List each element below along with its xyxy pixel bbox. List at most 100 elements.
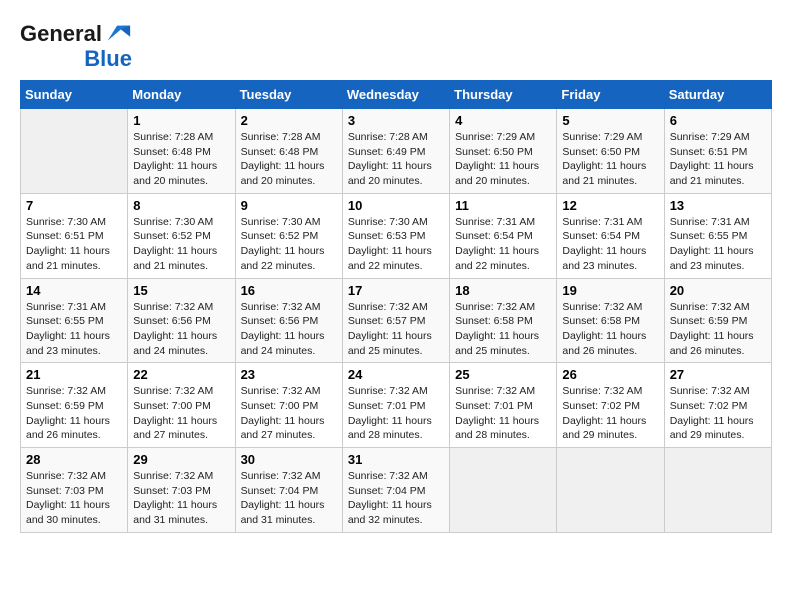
day-info: Sunrise: 7:32 AMSunset: 6:57 PMDaylight:…	[348, 300, 444, 359]
day-number: 8	[133, 198, 229, 213]
day-info: Sunrise: 7:28 AMSunset: 6:49 PMDaylight:…	[348, 130, 444, 189]
weekday-header: Friday	[557, 81, 664, 109]
day-info: Sunrise: 7:32 AMSunset: 7:03 PMDaylight:…	[133, 469, 229, 528]
calendar-cell: 20Sunrise: 7:32 AMSunset: 6:59 PMDayligh…	[664, 278, 771, 363]
calendar-cell: 4 Sunrise: 7:29 AMSunset: 6:50 PMDaylight…	[450, 109, 557, 194]
calendar-week-row: 28Sunrise: 7:32 AMSunset: 7:03 PMDayligh…	[21, 448, 772, 533]
day-number: 4	[455, 113, 551, 128]
day-info: Sunrise: 7:32 AMSunset: 6:56 PMDaylight:…	[241, 300, 337, 359]
day-info: Sunrise: 7:32 AMSunset: 7:04 PMDaylight:…	[348, 469, 444, 528]
weekday-header: Saturday	[664, 81, 771, 109]
day-number: 5	[562, 113, 658, 128]
calendar-cell: 14Sunrise: 7:31 AMSunset: 6:55 PMDayligh…	[21, 278, 128, 363]
day-number: 6	[670, 113, 766, 128]
day-number: 19	[562, 283, 658, 298]
day-info: Sunrise: 7:29 AMSunset: 6:51 PMDaylight:…	[670, 130, 766, 189]
day-info: Sunrise: 7:32 AMSunset: 6:58 PMDaylight:…	[562, 300, 658, 359]
calendar-cell: 9 Sunrise: 7:30 AMSunset: 6:52 PMDaylight…	[235, 193, 342, 278]
day-number: 15	[133, 283, 229, 298]
calendar-cell: 17 Sunrise: 7:32 AMSunset: 6:57 PMDayligh…	[342, 278, 449, 363]
day-number: 10	[348, 198, 444, 213]
day-number: 17	[348, 283, 444, 298]
calendar-header: SundayMondayTuesdayWednesdayThursdayFrid…	[21, 81, 772, 109]
calendar-cell: 1 Sunrise: 7:28 AMSunset: 6:48 PMDaylight…	[128, 109, 235, 194]
day-number: 23	[241, 367, 337, 382]
calendar-cell: 5Sunrise: 7:29 AMSunset: 6:50 PMDaylight…	[557, 109, 664, 194]
day-info: Sunrise: 7:30 AMSunset: 6:51 PMDaylight:…	[26, 215, 122, 274]
day-number: 24	[348, 367, 444, 382]
day-info: Sunrise: 7:32 AMSunset: 6:59 PMDaylight:…	[670, 300, 766, 359]
calendar-cell: 15 Sunrise: 7:32 AMSunset: 6:56 PMDayligh…	[128, 278, 235, 363]
logo-text: General	[20, 23, 102, 45]
weekday-header: Wednesday	[342, 81, 449, 109]
day-number: 22	[133, 367, 229, 382]
day-info: Sunrise: 7:30 AMSunset: 6:52 PMDaylight:…	[133, 215, 229, 274]
day-number: 29	[133, 452, 229, 467]
weekday-header: Monday	[128, 81, 235, 109]
calendar-table: SundayMondayTuesdayWednesdayThursdayFrid…	[20, 80, 772, 533]
day-info: Sunrise: 7:31 AMSunset: 6:54 PMDaylight:…	[562, 215, 658, 274]
day-info: Sunrise: 7:32 AMSunset: 7:02 PMDaylight:…	[670, 384, 766, 443]
day-number: 13	[670, 198, 766, 213]
calendar-cell: 26 Sunrise: 7:32 AMSunset: 7:02 PMDayligh…	[557, 363, 664, 448]
day-number: 3	[348, 113, 444, 128]
day-info: Sunrise: 7:32 AMSunset: 7:01 PMDaylight:…	[348, 384, 444, 443]
calendar-cell: 24 Sunrise: 7:32 AMSunset: 7:01 PMDayligh…	[342, 363, 449, 448]
calendar-cell: 10 Sunrise: 7:30 AMSunset: 6:53 PMDayligh…	[342, 193, 449, 278]
calendar-cell: 8 Sunrise: 7:30 AMSunset: 6:52 PMDaylight…	[128, 193, 235, 278]
calendar-cell: 13 Sunrise: 7:31 AMSunset: 6:55 PMDayligh…	[664, 193, 771, 278]
calendar-cell: 11 Sunrise: 7:31 AMSunset: 6:54 PMDayligh…	[450, 193, 557, 278]
day-info: Sunrise: 7:32 AMSunset: 7:00 PMDaylight:…	[133, 384, 229, 443]
day-info: Sunrise: 7:32 AMSunset: 7:03 PMDaylight:…	[26, 469, 122, 528]
calendar-week-row: 21 Sunrise: 7:32 AMSunset: 6:59 PMDayligh…	[21, 363, 772, 448]
day-number: 21	[26, 367, 122, 382]
day-info: Sunrise: 7:30 AMSunset: 6:52 PMDaylight:…	[241, 215, 337, 274]
calendar-cell: 21 Sunrise: 7:32 AMSunset: 6:59 PMDayligh…	[21, 363, 128, 448]
day-info: Sunrise: 7:31 AMSunset: 6:55 PMDaylight:…	[26, 300, 122, 359]
calendar-cell: 23 Sunrise: 7:32 AMSunset: 7:00 PMDayligh…	[235, 363, 342, 448]
calendar-cell	[450, 448, 557, 533]
day-info: Sunrise: 7:29 AMSunset: 6:50 PMDaylight:…	[455, 130, 551, 189]
calendar-cell	[21, 109, 128, 194]
calendar-cell: 25Sunrise: 7:32 AMSunset: 7:01 PMDayligh…	[450, 363, 557, 448]
logo-icon	[104, 20, 132, 48]
calendar-cell: 12 Sunrise: 7:31 AMSunset: 6:54 PMDayligh…	[557, 193, 664, 278]
day-info: Sunrise: 7:32 AMSunset: 7:04 PMDaylight:…	[241, 469, 337, 528]
day-info: Sunrise: 7:32 AMSunset: 7:02 PMDaylight:…	[562, 384, 658, 443]
calendar-body: 1 Sunrise: 7:28 AMSunset: 6:48 PMDaylight…	[21, 109, 772, 533]
day-number: 30	[241, 452, 337, 467]
day-number: 9	[241, 198, 337, 213]
calendar-cell: 31Sunrise: 7:32 AMSunset: 7:04 PMDayligh…	[342, 448, 449, 533]
day-number: 25	[455, 367, 551, 382]
day-number: 27	[670, 367, 766, 382]
calendar-cell: 28Sunrise: 7:32 AMSunset: 7:03 PMDayligh…	[21, 448, 128, 533]
day-info: Sunrise: 7:32 AMSunset: 6:58 PMDaylight:…	[455, 300, 551, 359]
page-header: General Blue	[20, 20, 772, 70]
day-info: Sunrise: 7:32 AMSunset: 6:59 PMDaylight:…	[26, 384, 122, 443]
day-info: Sunrise: 7:28 AMSunset: 6:48 PMDaylight:…	[241, 130, 337, 189]
day-info: Sunrise: 7:31 AMSunset: 6:55 PMDaylight:…	[670, 215, 766, 274]
day-info: Sunrise: 7:28 AMSunset: 6:48 PMDaylight:…	[133, 130, 229, 189]
logo: General Blue	[20, 20, 132, 70]
day-number: 1	[133, 113, 229, 128]
logo-blue-text: Blue	[84, 48, 132, 70]
day-info: Sunrise: 7:32 AMSunset: 7:00 PMDaylight:…	[241, 384, 337, 443]
calendar-cell: 7 Sunrise: 7:30 AMSunset: 6:51 PMDaylight…	[21, 193, 128, 278]
calendar-week-row: 7 Sunrise: 7:30 AMSunset: 6:51 PMDaylight…	[21, 193, 772, 278]
calendar-cell: 27 Sunrise: 7:32 AMSunset: 7:02 PMDayligh…	[664, 363, 771, 448]
day-info: Sunrise: 7:32 AMSunset: 6:56 PMDaylight:…	[133, 300, 229, 359]
day-info: Sunrise: 7:31 AMSunset: 6:54 PMDaylight:…	[455, 215, 551, 274]
weekday-header: Tuesday	[235, 81, 342, 109]
day-info: Sunrise: 7:30 AMSunset: 6:53 PMDaylight:…	[348, 215, 444, 274]
day-number: 12	[562, 198, 658, 213]
calendar-cell: 16Sunrise: 7:32 AMSunset: 6:56 PMDayligh…	[235, 278, 342, 363]
weekday-header: Thursday	[450, 81, 557, 109]
weekday-header: Sunday	[21, 81, 128, 109]
day-number: 2	[241, 113, 337, 128]
day-number: 11	[455, 198, 551, 213]
calendar-cell: 22 Sunrise: 7:32 AMSunset: 7:00 PMDayligh…	[128, 363, 235, 448]
day-number: 26	[562, 367, 658, 382]
calendar-cell	[664, 448, 771, 533]
day-number: 7	[26, 198, 122, 213]
calendar-cell: 29 Sunrise: 7:32 AMSunset: 7:03 PMDayligh…	[128, 448, 235, 533]
